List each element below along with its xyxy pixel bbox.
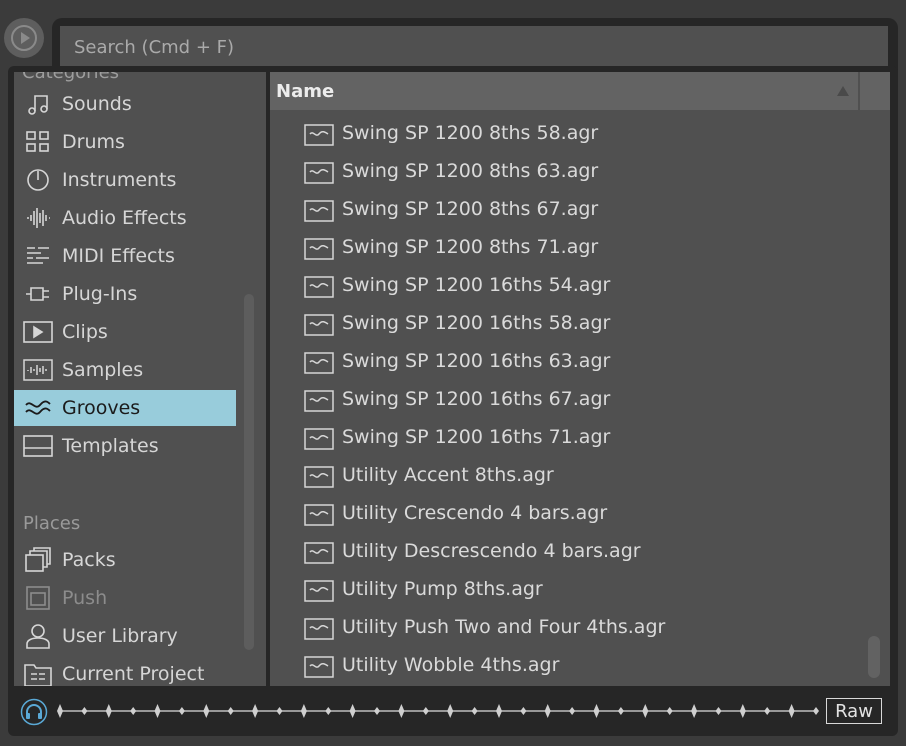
sidebar-item-packs[interactable]: Packs (14, 542, 236, 578)
headphones-icon[interactable] (20, 698, 48, 726)
file-name: Swing SP 1200 16ths 58.agr (342, 312, 611, 334)
groove-file-icon (304, 504, 334, 526)
groove-file-icon (304, 428, 334, 450)
categories-heading: Categories (22, 72, 120, 83)
clip-icon (14, 320, 62, 344)
sidebar-item-current-project[interactable]: Current Project (14, 656, 236, 686)
file-name: Swing SP 1200 16ths 67.agr (342, 388, 611, 410)
groove-file-icon (304, 618, 334, 640)
sidebar-item-user-library[interactable]: User Library (14, 618, 236, 654)
sidebar-item-templates[interactable]: Templates (14, 428, 236, 464)
groove-file-icon (304, 276, 334, 298)
sort-ascending-icon[interactable] (828, 85, 858, 97)
plug-icon (14, 281, 62, 307)
file-row[interactable]: Swing SP 1200 16ths 63.agr (270, 342, 890, 380)
file-name: Swing SP 1200 16ths 71.agr (342, 426, 611, 448)
column-header: Name (270, 72, 890, 110)
sidebar-scrollbar[interactable] (244, 294, 254, 650)
groove-file-icon (304, 580, 334, 602)
file-row[interactable]: Swing SP 1200 8ths 67.agr (270, 190, 890, 228)
file-name: Swing SP 1200 16ths 63.agr (342, 350, 611, 372)
groove-file-icon (304, 466, 334, 488)
groove-file-icon (304, 542, 334, 564)
groove-file-icon (304, 200, 334, 222)
sidebar-item-clips[interactable]: Clips (14, 314, 236, 350)
sidebar-item-samples[interactable]: Samples (14, 352, 236, 388)
sidebar-item-plug-ins[interactable]: Plug-Ins (14, 276, 236, 312)
note-icon (14, 91, 62, 117)
sidebar-item-grooves[interactable]: Grooves (14, 390, 236, 426)
file-name: Swing SP 1200 16ths 54.agr (342, 274, 611, 296)
groove-file-icon (304, 656, 334, 678)
play-icon (11, 25, 37, 51)
project-folder-icon (14, 661, 62, 686)
groove-file-icon (304, 124, 334, 146)
file-row[interactable]: Swing SP 1200 16ths 71.agr (270, 418, 890, 456)
groove-icon (14, 396, 62, 420)
file-name: Utility Accent 8ths.agr (342, 464, 554, 486)
file-row[interactable]: Swing SP 1200 16ths 54.agr (270, 266, 890, 304)
packs-icon (14, 547, 62, 573)
column-header-name[interactable]: Name (270, 81, 828, 102)
sidebar-item-audio-effects[interactable]: Audio Effects (14, 200, 236, 236)
push-icon (14, 585, 62, 611)
file-row[interactable]: Utility Crescendo 4 bars.agr (270, 494, 890, 532)
midi-effects-icon (14, 243, 62, 269)
file-name: Swing SP 1200 8ths 63.agr (342, 160, 599, 182)
drum-grid-icon (14, 129, 62, 155)
file-row[interactable]: Swing SP 1200 8ths 63.agr (270, 152, 890, 190)
file-name: Utility Descrescendo 4 bars.agr (342, 540, 641, 562)
file-name: Swing SP 1200 8ths 67.agr (342, 198, 599, 220)
audio-effects-icon (14, 205, 62, 231)
sidebar-item-midi-effects[interactable]: MIDI Effects (14, 238, 236, 274)
sidebar: Categories Sounds Drums Instruments Audi… (14, 72, 266, 686)
play-button[interactable] (4, 18, 44, 58)
file-row[interactable]: Swing SP 1200 16ths 67.agr (270, 380, 890, 418)
user-icon (14, 623, 62, 649)
sidebar-item-instruments[interactable]: Instruments (14, 162, 236, 198)
file-name: Utility Wobble 4ths.agr (342, 654, 560, 676)
knob-icon (14, 167, 62, 193)
file-name: Utility Push Two and Four 4ths.agr (342, 616, 666, 638)
sample-icon (14, 358, 62, 382)
groove-file-icon (304, 390, 334, 412)
file-row[interactable]: Utility Wobble 4ths.agr (270, 646, 890, 684)
raw-button[interactable]: Raw (826, 698, 882, 724)
sidebar-item-sounds[interactable]: Sounds (14, 86, 236, 122)
file-row[interactable]: Utility Push Two and Four 4ths.agr (270, 608, 890, 646)
file-list: Name Swing SP 1200 8ths 58.agr Swing SP 1… (270, 72, 890, 686)
groove-file-icon (304, 314, 334, 336)
template-icon (14, 434, 62, 458)
file-name: Utility Pump 8ths.agr (342, 578, 543, 600)
sidebar-item-drums[interactable]: Drums (14, 124, 236, 160)
groove-file-icon (304, 238, 334, 260)
places-heading: Places (23, 513, 81, 534)
search-input[interactable] (60, 26, 888, 68)
file-row[interactable]: Utility Descrescendo 4 bars.agr (270, 532, 890, 570)
file-name: Utility Crescendo 4 bars.agr (342, 502, 608, 524)
file-row[interactable]: Swing SP 1200 16ths 58.agr (270, 304, 890, 342)
sidebar-item-push[interactable]: Push (14, 580, 236, 616)
file-name: Swing SP 1200 8ths 58.agr (342, 122, 599, 144)
file-list-scrollbar[interactable] (868, 636, 880, 678)
file-name: Swing SP 1200 8ths 71.agr (342, 236, 599, 258)
waveform-preview[interactable] (56, 698, 820, 724)
file-row[interactable]: Swing SP 1200 8ths 71.agr (270, 228, 890, 266)
file-row[interactable]: Utility Pump 8ths.agr (270, 570, 890, 608)
groove-file-icon (304, 162, 334, 184)
groove-file-icon (304, 352, 334, 374)
file-row[interactable]: Swing SP 1200 8ths 58.agr (270, 114, 890, 152)
file-row[interactable]: Utility Accent 8ths.agr (270, 456, 890, 494)
column-header-extra (860, 72, 890, 110)
